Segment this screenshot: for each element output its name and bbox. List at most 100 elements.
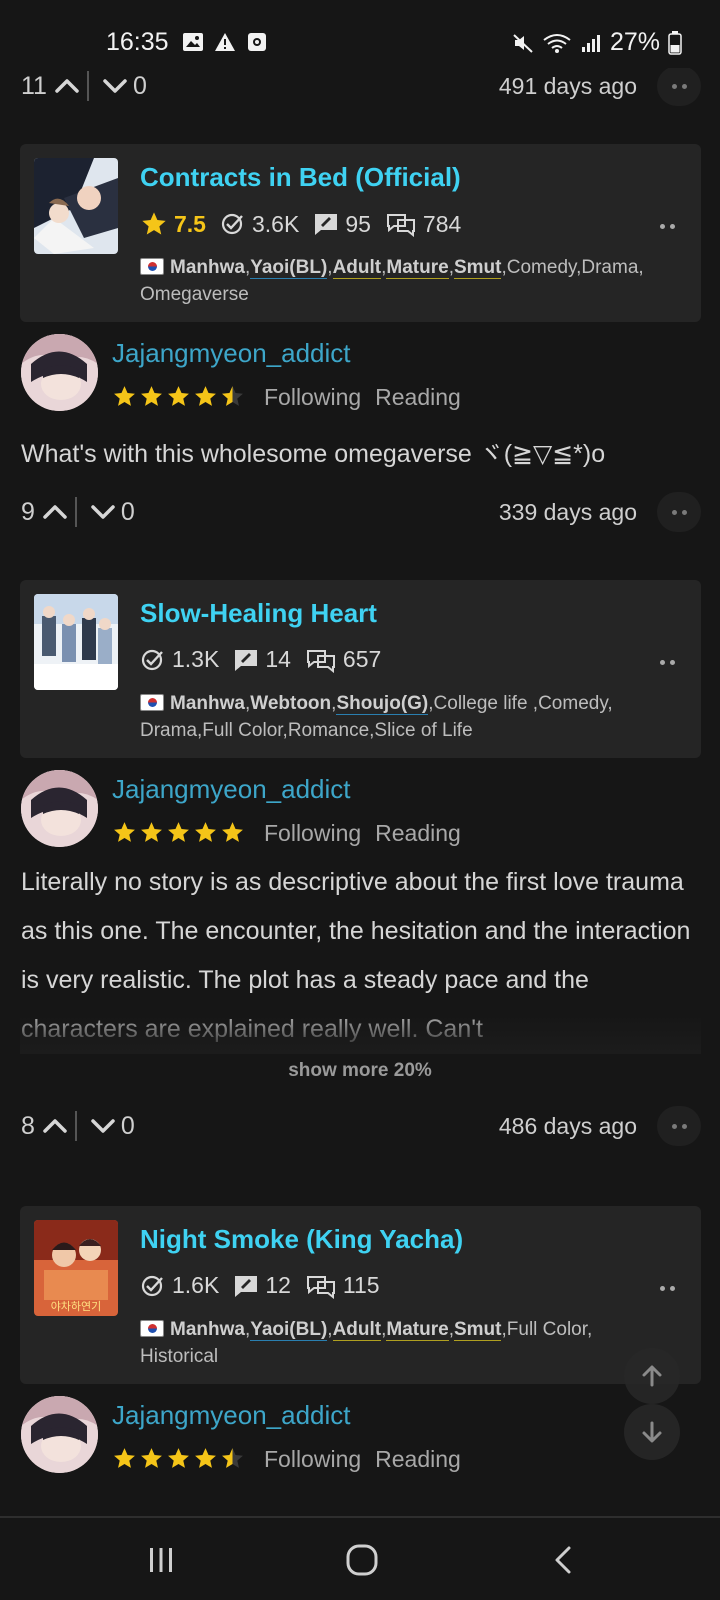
mute-icon — [513, 33, 533, 53]
signal-icon — [581, 34, 600, 52]
follow-count: 3.6K — [251, 210, 300, 237]
card-more-icon[interactable] — [660, 1286, 675, 1291]
downvote-icon[interactable] — [101, 72, 129, 100]
star-icon — [168, 1448, 189, 1468]
review-icon — [235, 649, 258, 671]
reviewer: Jajangmyeon_addict Following Reading — [21, 334, 701, 414]
more-options-button[interactable] — [657, 1106, 701, 1146]
series-card[interactable]: 야차하연기 Night Smoke (King Yacha) 1.6K 12 1… — [20, 1206, 701, 1384]
arrow-down-icon — [642, 1421, 662, 1443]
back-button[interactable] — [542, 1538, 586, 1582]
review-icon — [235, 1275, 258, 1297]
downvote-count: 0 — [132, 71, 147, 100]
following-label: Following — [264, 820, 362, 846]
battery-percent: 27% — [609, 28, 660, 56]
reviewer-stars — [112, 384, 245, 409]
follow-count: 1.6K — [172, 1272, 220, 1298]
star-icon — [195, 1448, 216, 1468]
review-count: 14 — [265, 646, 291, 672]
star-icon — [114, 386, 135, 406]
recent-apps-button[interactable] — [139, 1538, 183, 1582]
comments-icon — [306, 649, 335, 673]
more-options-button[interactable] — [657, 492, 701, 532]
card-more-icon[interactable] — [660, 224, 675, 229]
home-icon — [346, 1544, 378, 1576]
downvote-icon[interactable] — [89, 498, 117, 526]
korea-flag-icon — [140, 258, 164, 275]
comment-count: 657 — [342, 646, 382, 672]
series-cover[interactable] — [34, 594, 118, 690]
vote-row: 8 0 486 days ago — [21, 1106, 701, 1146]
upvote-icon[interactable] — [41, 498, 69, 526]
app-icon — [248, 33, 266, 51]
downvote-count: 0 — [120, 497, 135, 526]
star-icon — [195, 386, 216, 406]
follow-icon — [221, 213, 243, 235]
upvote-icon[interactable] — [41, 1112, 69, 1140]
card-more-icon[interactable] — [660, 660, 675, 665]
series-cover[interactable] — [34, 158, 118, 254]
wifi-icon — [543, 33, 571, 53]
series-title[interactable]: Night Smoke (King Yacha) — [140, 1224, 463, 1255]
series-card[interactable]: Slow-Healing Heart 1.3K 14 657 Manhwa,We… — [20, 580, 701, 758]
follow-count: 1.3K — [172, 646, 220, 672]
battery-icon — [668, 30, 682, 55]
reviewer: Jajangmyeon_addict Following Reading — [21, 1396, 701, 1476]
star-icon — [141, 386, 162, 406]
system-nav-bar — [0, 1516, 720, 1600]
star-icon — [114, 1448, 135, 1468]
show-more-button[interactable]: show more 20% — [0, 1060, 720, 1082]
upvote-icon[interactable] — [53, 72, 81, 100]
vote-row: 11 0 491 days ago — [21, 68, 701, 106]
timestamp: 486 days ago — [498, 1112, 637, 1139]
vote-row: 9 0 339 days ago — [21, 492, 701, 532]
reviewer-name[interactable]: Jajangmyeon_addict — [112, 338, 351, 369]
avatar[interactable] — [21, 770, 98, 847]
series-tags: Manhwa,Webtoon,Shoujo(G),College life ,C… — [140, 693, 613, 741]
reviewer: Jajangmyeon_addict Following Reading — [21, 770, 701, 850]
scroll-down-button[interactable] — [624, 1404, 680, 1460]
status-time: 16:35 — [106, 28, 169, 56]
reviewer-stars — [112, 820, 245, 845]
feed-scroll[interactable]: 11 0 491 days ago Contracts in Bed (Offi… — [0, 68, 720, 1516]
star-icon — [141, 1448, 162, 1468]
star-icon — [168, 822, 189, 842]
reviewer-name[interactable]: Jajangmyeon_addict — [112, 1400, 351, 1431]
avatar[interactable] — [21, 334, 98, 411]
half-star-icon — [222, 386, 243, 406]
star-icon — [195, 822, 216, 842]
timestamp: 491 days ago — [498, 72, 637, 99]
warning-icon — [215, 33, 235, 51]
series-title[interactable]: Slow-Healing Heart — [140, 598, 377, 629]
more-options-button[interactable] — [657, 68, 701, 106]
series-title[interactable]: Contracts in Bed (Official) — [140, 162, 461, 193]
scroll-up-button[interactable] — [624, 1348, 680, 1404]
korea-flag-icon — [140, 694, 164, 711]
avatar[interactable] — [21, 1396, 98, 1473]
korea-flag-icon — [140, 1320, 164, 1337]
follow-icon — [141, 649, 163, 670]
reading-label: Reading — [375, 1446, 461, 1472]
gallery-icon — [183, 33, 203, 51]
series-cover[interactable]: 야차하연기 — [34, 1220, 118, 1316]
series-card[interactable]: Contracts in Bed (Official) 7.5 3.6K 95 … — [20, 144, 701, 322]
upvote-count: 11 — [21, 71, 47, 100]
upvote-count: 8 — [21, 1111, 35, 1140]
back-icon — [555, 1546, 571, 1574]
cover-text: 야차하연기 — [51, 1299, 102, 1313]
reviewer-name[interactable]: Jajangmyeon_addict — [112, 774, 351, 805]
timestamp: 339 days ago — [498, 498, 637, 525]
review-count: 95 — [345, 210, 371, 237]
review-text: What's with this wholesome omegaverse ヾ(… — [21, 440, 606, 468]
reading-label: Reading — [375, 384, 461, 410]
downvote-count: 0 — [120, 1111, 135, 1140]
comment-count: 784 — [422, 210, 462, 237]
series-tags: Manhwa,Yaoi(BL),Adult,Mature,Smut,Full C… — [140, 1319, 593, 1367]
following-label: Following — [264, 1446, 362, 1472]
review-count: 12 — [265, 1272, 291, 1298]
home-button[interactable] — [340, 1538, 384, 1582]
comments-icon — [306, 1275, 335, 1299]
downvote-icon[interactable] — [89, 1112, 117, 1140]
star-icon — [141, 822, 162, 842]
reading-label: Reading — [375, 820, 461, 846]
